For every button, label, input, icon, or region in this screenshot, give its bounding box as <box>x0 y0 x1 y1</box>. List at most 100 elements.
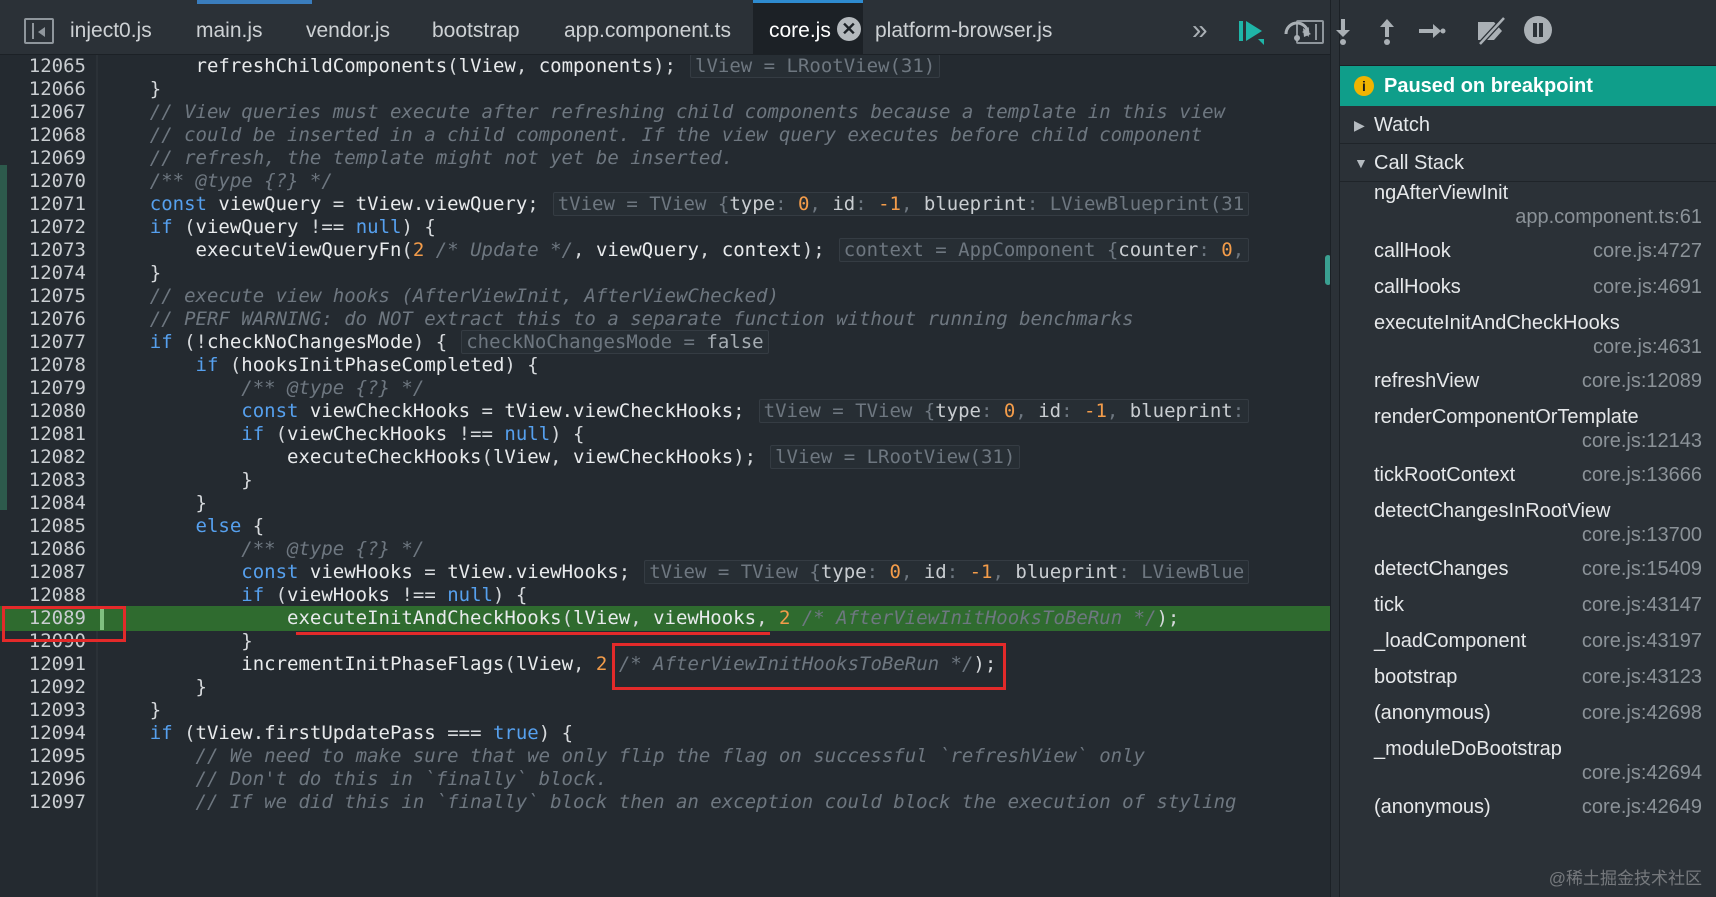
line-number[interactable]: 12079 <box>0 376 86 401</box>
code-line[interactable]: 12077 if (!checkNoChangesMode) {checkNoC… <box>0 330 1330 355</box>
line-number[interactable]: 12072 <box>0 215 86 240</box>
line-number[interactable]: 12092 <box>0 675 86 700</box>
code-line[interactable]: 12096 // Don't do this in `finally` bloc… <box>0 767 1330 792</box>
line-number[interactable]: 12086 <box>0 537 86 562</box>
inline-value-preview[interactable]: tView = TView {type: 0, id: -1, blueprin… <box>552 192 1250 216</box>
inline-value-preview[interactable]: checkNoChangesMode = false <box>461 330 769 354</box>
line-number[interactable]: 12066 <box>0 77 86 102</box>
line-number[interactable]: 12084 <box>0 491 86 516</box>
tab-core-js[interactable]: core.js ✕ <box>753 0 863 55</box>
code-line[interactable]: 12087 const viewHooks = tView.viewHooks;… <box>0 560 1330 585</box>
line-number[interactable]: 12088 <box>0 583 86 608</box>
call-stack-frame[interactable]: executeInitAndCheckHooks core.js:4631 <box>1340 312 1716 370</box>
code-line[interactable]: 12072 if (viewQuery !== null) { <box>0 215 1330 240</box>
call-stack-frame[interactable]: _loadComponent core.js:43197 <box>1340 630 1716 666</box>
call-stack-frame[interactable]: ngAfterViewInit app.component.ts:61 <box>1340 182 1716 240</box>
line-number[interactable]: 12074 <box>0 261 86 286</box>
pause-on-exceptions-icon[interactable] <box>1522 14 1554 46</box>
line-number[interactable]: 12069 <box>0 146 86 171</box>
tab-vendor-js[interactable]: vendor.js <box>306 0 390 55</box>
line-number[interactable]: 12081 <box>0 422 86 447</box>
code-line[interactable]: 12083 } <box>0 468 1330 493</box>
line-number[interactable]: 12068 <box>0 123 86 148</box>
call-stack-frame[interactable]: callHooks core.js:4691 <box>1340 276 1716 312</box>
code-line[interactable]: 12074 } <box>0 261 1330 286</box>
inline-value-preview[interactable]: lView = LRootView(31) <box>770 445 1021 469</box>
line-number[interactable]: 12071 <box>0 192 86 217</box>
code-line[interactable]: 12071 const viewQuery = tView.viewQuery;… <box>0 192 1330 217</box>
code-line[interactable]: 12066 } <box>0 77 1330 102</box>
step-into-icon[interactable] <box>1328 16 1358 46</box>
line-number[interactable]: 12087 <box>0 560 86 585</box>
code-line[interactable]: 12067 // View queries must execute after… <box>0 100 1330 125</box>
call-stack-frame[interactable]: (anonymous) core.js:42698 <box>1340 702 1716 738</box>
call-stack-frame[interactable]: (anonymous) core.js:42649 <box>1340 796 1716 832</box>
code-line[interactable]: 12095 // We need to make sure that we on… <box>0 744 1330 769</box>
code-line[interactable]: 12097 // If we did this in `finally` blo… <box>0 790 1330 815</box>
code-line[interactable]: 12076 // PERF WARNING: do NOT extract th… <box>0 307 1330 332</box>
code-line[interactable]: 12079 /** @type {?} */ <box>0 376 1330 401</box>
line-number[interactable]: 12095 <box>0 744 86 769</box>
code-line[interactable]: 12069 // refresh, the template might not… <box>0 146 1330 171</box>
line-number[interactable]: 12080 <box>0 399 86 424</box>
code-line-breakpoint[interactable]: 12089 executeInitAndCheckHooks(lView, vi… <box>0 606 1330 631</box>
close-tab-icon[interactable]: ✕ <box>836 17 861 41</box>
watch-section-header[interactable]: ▶ Watch <box>1340 106 1716 144</box>
line-number[interactable]: 12085 <box>0 514 86 539</box>
tab-bootstrap[interactable]: bootstrap <box>432 0 520 55</box>
line-number[interactable]: 12075 <box>0 284 86 309</box>
code-line[interactable]: 12082 executeCheckHooks(lView, viewCheck… <box>0 445 1330 470</box>
code-line[interactable]: 12065 refreshChildComponents(lView, comp… <box>0 55 1330 79</box>
resume-icon[interactable] <box>1236 16 1266 46</box>
line-number[interactable]: 12093 <box>0 698 86 723</box>
line-number[interactable]: 12083 <box>0 468 86 493</box>
call-stack-frame[interactable]: renderComponentOrTemplate core.js:12143 <box>1340 406 1716 464</box>
inline-value-preview[interactable]: tView = TView {type: 0, id: -1, blueprin… <box>644 560 1250 584</box>
inline-value-preview[interactable]: lView = LRootView(31) <box>690 55 941 78</box>
code-line[interactable]: 12068 // could be inserted in a child co… <box>0 123 1330 148</box>
code-line[interactable]: 12086 /** @type {?} */ <box>0 537 1330 562</box>
code-line[interactable]: 12085 else { <box>0 514 1330 539</box>
line-number[interactable]: 12067 <box>0 100 86 125</box>
code-line[interactable]: 12084 } <box>0 491 1330 516</box>
code-line[interactable]: 12081 if (viewCheckHooks !== null) { <box>0 422 1330 447</box>
more-tabs-icon[interactable]: » <box>1192 14 1208 46</box>
step-over-icon[interactable] <box>1282 16 1312 46</box>
line-number[interactable]: 12065 <box>0 55 86 79</box>
step-out-icon[interactable] <box>1372 16 1402 46</box>
call-stack-frame[interactable]: tick core.js:43147 <box>1340 594 1716 630</box>
line-number[interactable]: 12077 <box>0 330 86 355</box>
inline-value-preview[interactable]: tView = TView {type: 0, id: -1, blueprin… <box>758 399 1250 423</box>
call-stack-frame[interactable]: detectChanges core.js:15409 <box>1340 558 1716 594</box>
code-line[interactable]: 12073 executeViewQueryFn(2 /* Update */,… <box>0 238 1330 263</box>
toggle-navigator-icon[interactable] <box>24 18 54 44</box>
code-line[interactable]: 12078 if (hooksInitPhaseCompleted) { <box>0 353 1330 378</box>
call-stack-frame[interactable]: bootstrap core.js:43123 <box>1340 666 1716 702</box>
tab-inject0-js[interactable]: inject0.js <box>70 0 152 55</box>
call-stack-frame[interactable]: callHook core.js:4727 <box>1340 240 1716 276</box>
inline-value-preview[interactable]: context = AppComponent {counter: 0, <box>838 238 1250 262</box>
line-number[interactable]: 12097 <box>0 790 86 815</box>
tab-platform-browser-js[interactable]: platform-browser.js <box>875 0 1052 55</box>
code-line[interactable]: 12080 const viewCheckHooks = tView.viewC… <box>0 399 1330 424</box>
call-stack-frame[interactable]: refreshView core.js:12089 <box>1340 370 1716 406</box>
line-number[interactable]: 12082 <box>0 445 86 470</box>
code-editor[interactable]: 12065 refreshChildComponents(lView, comp… <box>0 55 1330 897</box>
code-line[interactable]: 12075 // execute view hooks (AfterViewIn… <box>0 284 1330 309</box>
line-number[interactable]: 12094 <box>0 721 86 746</box>
call-stack-frame[interactable]: _moduleDoBootstrap core.js:42694 <box>1340 738 1716 796</box>
line-number[interactable]: 12073 <box>0 238 86 263</box>
code-line[interactable]: 12093 } <box>0 698 1330 723</box>
line-number[interactable]: 12096 <box>0 767 86 792</box>
tab-app-component-ts[interactable]: app.component.ts <box>564 0 731 55</box>
callstack-section-header[interactable]: ▼ Call Stack <box>1340 144 1716 182</box>
tab-main-js[interactable]: main.js <box>196 0 263 55</box>
line-number[interactable]: 12078 <box>0 353 86 378</box>
line-number[interactable]: 12070 <box>0 169 86 194</box>
deactivate-breakpoints-icon[interactable] <box>1474 14 1508 48</box>
panel-divider[interactable] <box>1330 0 1340 897</box>
code-line[interactable]: 12088 if (viewHooks !== null) { <box>0 583 1330 608</box>
code-line[interactable]: 12070 /** @type {?} */ <box>0 169 1330 194</box>
line-number[interactable]: 12091 <box>0 652 86 677</box>
line-number[interactable]: 12076 <box>0 307 86 332</box>
